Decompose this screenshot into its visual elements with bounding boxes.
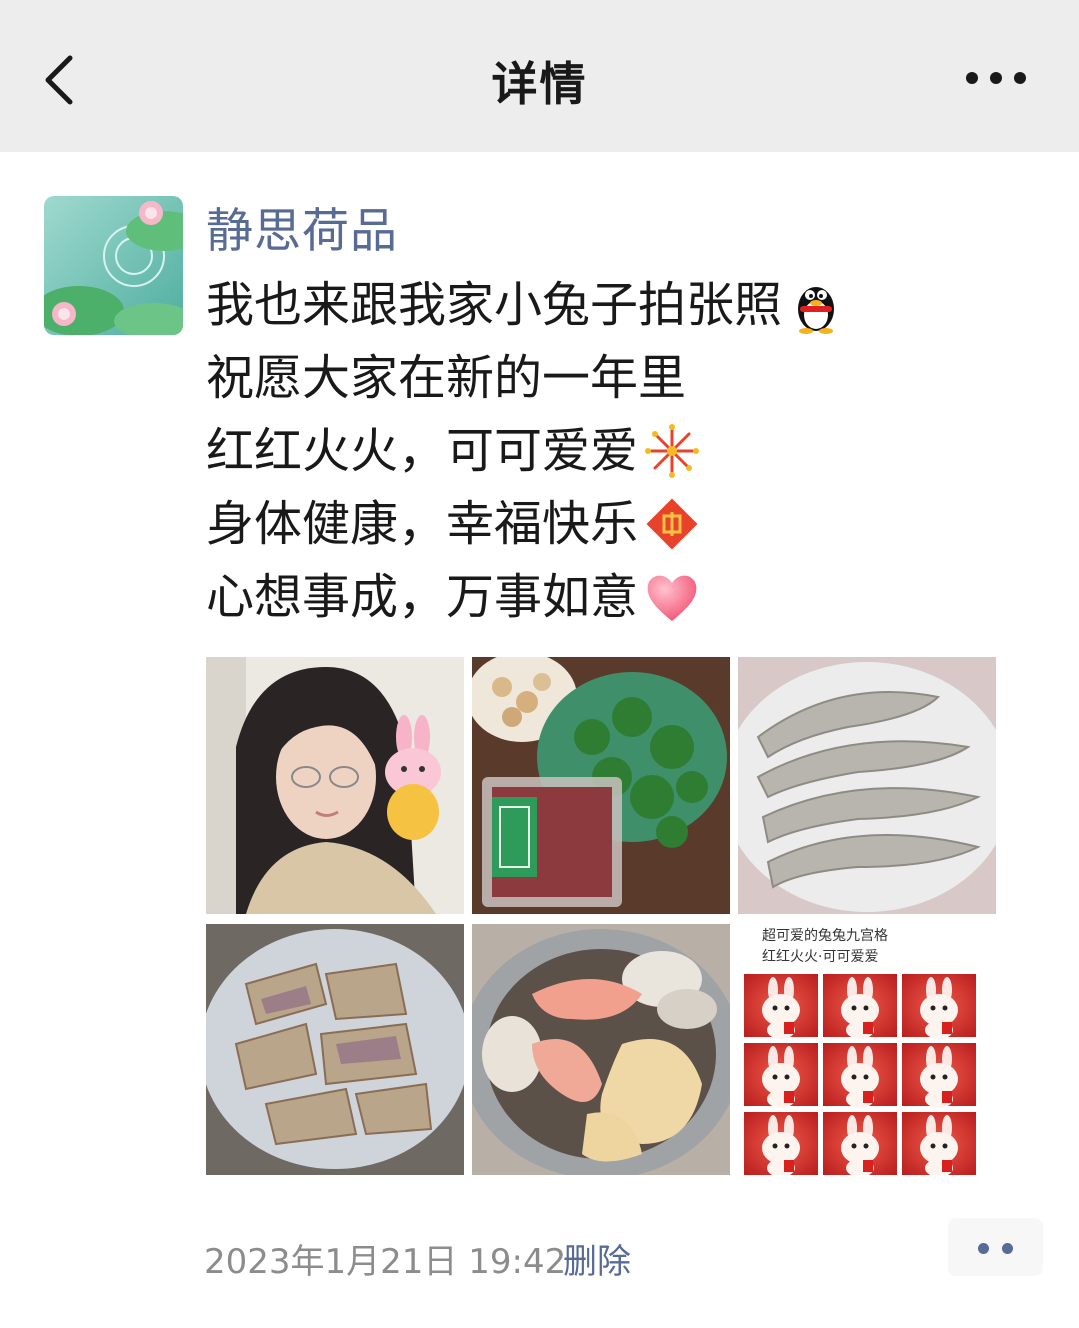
fu-emoji-icon: [642, 494, 702, 554]
post-line: 身体健康，幸福快乐: [206, 487, 846, 560]
post-line-text: 身体健康，幸福快乐: [206, 495, 639, 552]
more-button[interactable]: [958, 60, 1034, 96]
post-text: 我也来跟我家小兔子拍张照 祝愿大家在新的一年里 红红火火，可可爱爱 身体健康，幸…: [206, 268, 846, 633]
author-name[interactable]: 静思荷品: [206, 192, 398, 261]
heart-emoji-icon: [642, 567, 702, 627]
photo-sliced-duck[interactable]: [206, 924, 464, 1181]
post-line: 心想事成，万事如意: [206, 560, 846, 633]
post-timestamp: 2023年1月21日 19:42: [204, 1242, 567, 1282]
rabbit-grid-caption-2: 红红火火·可可爱爱: [762, 949, 879, 965]
photo-selfie-with-rabbit[interactable]: [206, 657, 464, 914]
post-line-text: 祝愿大家在新的一年里: [206, 349, 687, 406]
post-line-text: 心想事成，万事如意: [206, 568, 639, 625]
photo-seafood-bowl[interactable]: [472, 924, 730, 1181]
penguin-emoji-icon: [786, 275, 846, 335]
post-line: 祝愿大家在新的一年里: [206, 341, 846, 414]
post-line-text: 红红火火，可可爱爱: [206, 422, 639, 479]
photo-greens-and-beef[interactable]: [472, 657, 730, 914]
page-title: 详情: [491, 57, 588, 111]
nav-bar: 详情: [0, 0, 1079, 152]
post-line: 我也来跟我家小兔子拍张照: [206, 268, 846, 341]
comment-action-button[interactable]: [948, 1218, 1043, 1276]
more-dots-icon: [966, 72, 1026, 84]
rabbit-grid-caption-1: 超可爱的兔兔九宫格: [762, 928, 888, 944]
post-line: 红红火火，可可爱爱: [206, 414, 846, 487]
fireworks-emoji-icon: [642, 421, 702, 481]
photo-raw-shrimp[interactable]: [738, 657, 996, 914]
avatar[interactable]: [44, 196, 183, 335]
post-line-text: 我也来跟我家小兔子拍张照: [206, 276, 783, 333]
delete-button[interactable]: 删除: [563, 1234, 631, 1283]
photo-grid: 超可爱的兔兔九宫格 红红火火·可可爱爱: [206, 657, 996, 1181]
photo-rabbit-grid[interactable]: 超可爱的兔兔九宫格 红红火火·可可爱爱: [738, 924, 996, 1181]
